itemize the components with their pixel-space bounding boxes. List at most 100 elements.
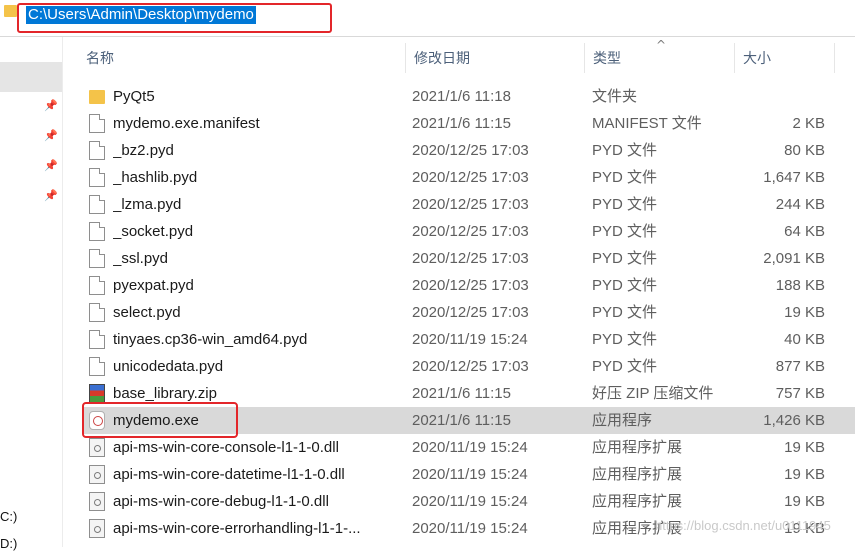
dll-icon — [89, 465, 105, 484]
file-type: PYD 文件 — [592, 358, 658, 375]
file-size: 19 KB — [784, 493, 825, 510]
column-header-name[interactable]: 名称 — [77, 37, 405, 75]
file-type: 应用程序扩展 — [592, 466, 683, 483]
file-type: PYD 文件 — [592, 331, 658, 348]
pin-icon[interactable]: 📌 — [44, 100, 58, 112]
file-modified-date: 2020/12/25 17:03 — [412, 304, 529, 321]
nav-item-selected[interactable] — [0, 62, 62, 92]
pin-icon[interactable]: 📌 — [44, 190, 58, 202]
file-modified-date: 2020/12/25 17:03 — [412, 223, 529, 240]
column-header-size[interactable]: 大小 — [734, 37, 834, 75]
file-modified-date: 2021/1/6 11:15 — [412, 115, 511, 132]
dll-icon — [89, 438, 105, 457]
file-name: api-ms-win-core-errorhandling-l1-1-... — [113, 520, 361, 537]
folder-icon — [89, 90, 105, 104]
file-size: 2,091 KB — [763, 250, 825, 267]
file-modified-date: 2021/1/6 11:18 — [412, 88, 511, 105]
file-row[interactable]: mydemo.exe.manifest 2021/1/6 11:15 MANIFES… — [83, 110, 855, 137]
column-divider[interactable] — [834, 43, 835, 73]
file-type: PYD 文件 — [592, 169, 658, 186]
file-row[interactable]: api-ms-win-core-debug-l1-1-0.dll 2020/11/… — [83, 488, 855, 515]
address-bar[interactable]: C:\Users\Admin\Desktop\mydemo — [0, 0, 855, 37]
file-icon — [89, 249, 105, 268]
file-size: 244 KB — [775, 196, 825, 213]
file-modified-date: 2021/1/6 11:15 — [412, 412, 511, 429]
file-name: api-ms-win-core-console-l1-1-0.dll — [113, 439, 339, 456]
file-icon — [89, 195, 105, 214]
file-name: mydemo.exe.manifest — [113, 115, 260, 132]
file-size: 1,647 KB — [763, 169, 825, 186]
file-row[interactable]: _ssl.pyd 2020/12/25 17:03 PYD 文件 2,091 KB — [83, 245, 855, 272]
annotation-box-exe — [82, 402, 238, 438]
file-row[interactable]: api-ms-win-core-console-l1-1-0.dll 2020/1… — [83, 434, 855, 461]
file-size: 64 KB — [784, 223, 825, 240]
file-size: 1,426 KB — [763, 412, 825, 429]
file-type: PYD 文件 — [592, 250, 658, 267]
file-size: 40 KB — [784, 331, 825, 348]
file-size: 19 KB — [784, 304, 825, 321]
file-modified-date: 2020/12/25 17:03 — [412, 169, 529, 186]
sort-ascending-icon: ^ — [656, 38, 667, 52]
file-name: api-ms-win-core-datetime-l1-1-0.dll — [113, 466, 345, 483]
file-modified-date: 2020/11/19 15:24 — [412, 439, 528, 456]
file-icon — [89, 168, 105, 187]
file-type: PYD 文件 — [592, 142, 658, 159]
file-row[interactable]: pyexpat.pyd 2020/12/25 17:03 PYD 文件 188 KB — [83, 272, 855, 299]
file-size: 877 KB — [775, 358, 825, 375]
file-icon — [89, 357, 105, 376]
file-name: _bz2.pyd — [113, 142, 174, 159]
file-type: 文件夹 — [592, 88, 638, 105]
file-name: _hashlib.pyd — [113, 169, 198, 186]
pin-icon[interactable]: 📌 — [44, 130, 58, 142]
file-type: PYD 文件 — [592, 304, 658, 321]
file-size: 19 KB — [784, 466, 825, 483]
file-row[interactable]: tinyaes.cp36-win_amd64.pyd 2020/11/19 15:… — [83, 326, 855, 353]
dll-icon — [89, 519, 105, 538]
file-type: MANIFEST 文件 — [592, 115, 702, 132]
file-size: 80 KB — [784, 142, 825, 159]
file-type: 应用程序扩展 — [592, 439, 683, 456]
file-name: unicodedata.pyd — [113, 358, 224, 375]
file-row[interactable]: PyQt5 2021/1/6 11:18 文件夹 — [83, 83, 855, 110]
file-icon — [89, 141, 105, 160]
file-type: PYD 文件 — [592, 277, 658, 294]
file-row[interactable]: _lzma.pyd 2020/12/25 17:03 PYD 文件 244 KB — [83, 191, 855, 218]
file-modified-date: 2020/11/19 15:24 — [412, 493, 528, 510]
file-name: select.pyd — [113, 304, 181, 321]
pin-icon[interactable]: 📌 — [44, 160, 58, 172]
file-row[interactable]: unicodedata.pyd 2020/12/25 17:03 PYD 文件 877… — [83, 353, 855, 380]
file-row[interactable]: _socket.pyd 2020/12/25 17:03 PYD 文件 64 KB — [83, 218, 855, 245]
annotation-box-address — [17, 3, 332, 33]
file-name: _socket.pyd — [113, 223, 194, 240]
file-size: 757 KB — [775, 385, 825, 402]
file-icon — [89, 114, 105, 133]
file-name: tinyaes.cp36-win_amd64.pyd — [113, 331, 308, 348]
file-icon — [89, 330, 105, 349]
file-list[interactable]: PyQt5 2021/1/6 11:18 文件夹 mydemo.exe.manifes… — [63, 83, 855, 547]
file-modified-date: 2020/12/25 17:03 — [412, 277, 529, 294]
file-icon — [89, 303, 105, 322]
file-row[interactable]: _hashlib.pyd 2020/12/25 17:03 PYD 文件 1,647 … — [83, 164, 855, 191]
file-row[interactable]: _bz2.pyd 2020/12/25 17:03 PYD 文件 80 KB — [83, 137, 855, 164]
file-modified-date: 2020/11/19 15:24 — [412, 520, 528, 537]
dll-icon — [89, 492, 105, 511]
file-type: 好压 ZIP 压缩文件 — [592, 385, 714, 402]
file-row[interactable]: api-ms-win-core-datetime-l1-1-0.dll 2020/… — [83, 461, 855, 488]
file-row[interactable]: select.pyd 2020/12/25 17:03 PYD 文件 19 KB — [83, 299, 855, 326]
file-type: PYD 文件 — [592, 223, 658, 240]
navigation-pane[interactable]: 📌 📌 📌 📌 C:) D:) — [0, 37, 63, 551]
file-type: 应用程序扩展 — [592, 493, 683, 510]
file-name: PyQt5 — [113, 88, 155, 105]
nav-drive-c[interactable]: C:) — [0, 509, 17, 524]
nav-drive-d[interactable]: D:) — [0, 536, 17, 551]
folder-icon — [4, 5, 17, 17]
file-icon — [89, 222, 105, 241]
file-size: 188 KB — [775, 277, 825, 294]
file-name: _lzma.pyd — [113, 196, 182, 213]
file-modified-date: 2020/12/25 17:03 — [412, 196, 529, 213]
watermark-text: https://blog.csdn.net/u0111945 — [655, 518, 831, 533]
file-modified-date: 2020/12/25 17:03 — [412, 358, 529, 375]
file-name: api-ms-win-core-debug-l1-1-0.dll — [113, 493, 329, 510]
file-name: _ssl.pyd — [113, 250, 169, 267]
column-header-date[interactable]: 修改日期 — [405, 37, 584, 75]
